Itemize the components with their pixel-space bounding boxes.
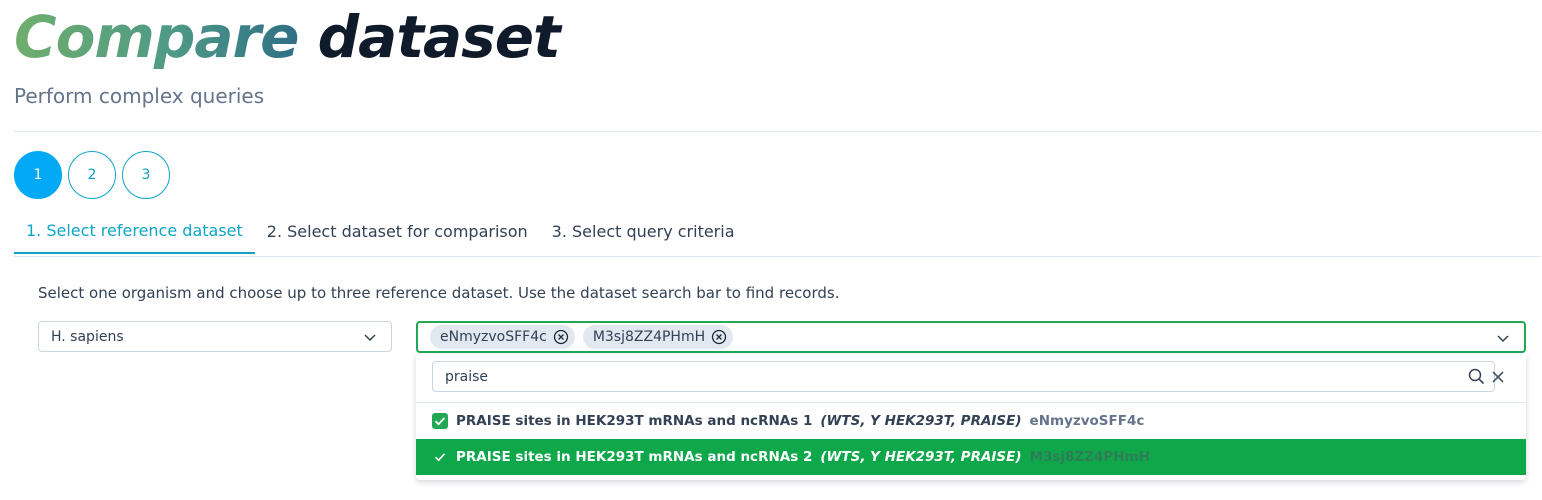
title-part-compare: Compare [14, 3, 299, 71]
step-3-button[interactable]: 3 [122, 151, 170, 199]
header-divider [14, 131, 1541, 132]
dataset-option[interactable]: PRAISE sites in HEK293T mRNAs and ncRNAs… [416, 403, 1526, 439]
dataset-option-title: PRAISE sites in HEK293T mRNAs and ncRNAs… [456, 413, 813, 429]
dataset-option[interactable]: PRAISE sites in HEK293T mRNAs and ncRNAs… [416, 439, 1526, 475]
tab-select-query-criteria[interactable]: 3. Select query criteria [540, 208, 747, 254]
dataset-option-title: PRAISE sites in HEK293T mRNAs and ncRNAs… [456, 449, 813, 465]
tab-select-reference-dataset[interactable]: 1. Select reference dataset [14, 208, 255, 254]
chevron-down-icon[interactable] [1496, 331, 1510, 345]
remove-chip-icon[interactable] [553, 329, 569, 345]
organism-select[interactable]: H. sapiens [38, 321, 392, 352]
selected-dataset-chip: M3sj8ZZ4PHmH [582, 325, 734, 349]
selected-dataset-chip: eNmyzvoSFF4c [430, 325, 575, 349]
search-icon [1468, 368, 1485, 385]
dataset-filter-input[interactable] [432, 361, 1495, 392]
title-part-dataset: dataset [317, 3, 561, 71]
step-2-button[interactable]: 2 [68, 151, 116, 199]
dataset-filter [432, 361, 1495, 392]
dataset-option-meta: (WTS, Y HEK293T, PRAISE) [820, 413, 1022, 429]
tab-select-dataset-for-comparison[interactable]: 2. Select dataset for comparison [255, 208, 540, 254]
dataset-option-id: eNmyzvoSFF4c [1029, 413, 1145, 429]
dataset-dropdown-panel: PRAISE sites in HEK293T mRNAs and ncRNAs… [416, 354, 1526, 480]
dataset-option-meta: (WTS, Y HEK293T, PRAISE) [820, 449, 1022, 465]
tabs-divider [14, 256, 1541, 257]
remove-chip-icon[interactable] [711, 329, 727, 345]
chip-label: eNmyzvoSFF4c [440, 329, 547, 345]
organism-select-value: H. sapiens [51, 328, 124, 345]
step-1-button[interactable]: 1 [14, 151, 62, 199]
stepper: 1 2 3 [14, 151, 170, 199]
dataset-multiselect[interactable]: eNmyzvoSFF4c M3sj8ZZ4PHmH [416, 321, 1526, 353]
checkbox-checked-icon[interactable] [432, 413, 448, 429]
step-tabs: 1. Select reference dataset 2. Select da… [14, 208, 747, 254]
dataset-options-list: PRAISE sites in HEK293T mRNAs and ncRNAs… [416, 402, 1526, 475]
clear-filter-icon[interactable] [1490, 369, 1506, 385]
page-title: Compare dataset [14, 3, 561, 71]
chip-label: M3sj8ZZ4PHmH [592, 329, 706, 345]
page-subtitle: Perform complex queries [14, 84, 265, 108]
dataset-option-id: M3sj8ZZ4PHmH [1029, 449, 1150, 465]
check-icon [432, 449, 448, 465]
instructions-text: Select one organism and choose up to thr… [38, 284, 840, 302]
chevron-down-icon [364, 334, 376, 342]
